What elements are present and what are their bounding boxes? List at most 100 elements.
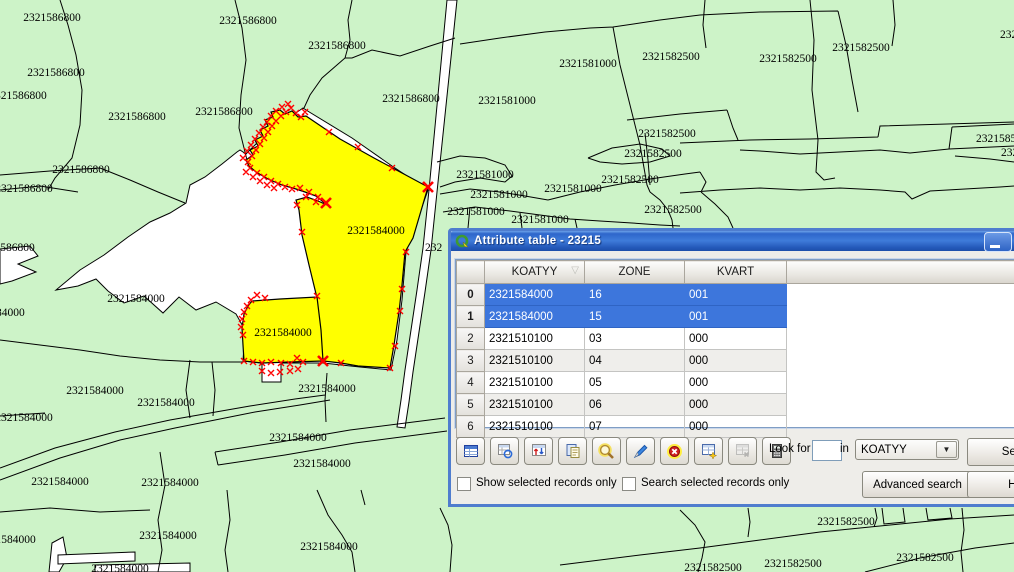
zoom-to-selection-button[interactable] [592,437,621,465]
parcel-label: 2321584000 [293,458,351,470]
table-row[interactable]: 5232151010006000 [457,394,1014,416]
parcel-label: 2321586800 [108,111,166,123]
field-select[interactable]: KOATYY ▼ [855,439,959,460]
row-number[interactable]: 2 [457,328,485,350]
toggle-editing-button[interactable] [626,437,655,465]
parcel-label: 2321582500 [817,516,875,528]
parcel-label: 2321584000 [269,432,327,444]
parcel-label: 2321584000 [91,563,149,572]
attribute-table: KOATYY ▽ ZONE KVART 02321584000160011232… [456,260,1014,438]
move-selection-to-top-button[interactable] [490,437,519,465]
cell[interactable]: 000 [685,416,787,438]
search-selected-label: Search selected records only [641,477,789,489]
parcel-label: 232 [1001,147,1014,159]
help-button[interactable]: Help [967,471,1014,498]
window-titlebar[interactable]: Attribute table - 23215 [451,231,1014,251]
cell[interactable]: 2321584000 [485,306,585,328]
cell[interactable]: 000 [685,350,787,372]
table-row[interactable]: 2232151010003000 [457,328,1014,350]
row-number[interactable]: 4 [457,372,485,394]
cell[interactable]: 000 [685,394,787,416]
unselect-all-icon [463,443,479,459]
unselect-all-button[interactable] [456,437,485,465]
parcel-label: 2321586800 [0,242,35,254]
column-header-zone[interactable]: ZONE [585,261,685,284]
zoom-to-selection-icon [598,443,615,460]
parcel-label: 2321582500 [624,148,682,160]
table-row[interactable]: 1232158400015001 [457,306,1014,328]
parcel-label: 2321586800 [382,93,440,105]
cell[interactable]: 15 [585,306,685,328]
table-row[interactable]: 4232151010005000 [457,372,1014,394]
cell[interactable]: 04 [585,350,685,372]
cell[interactable]: 2321510100 [485,394,585,416]
header-row: KOATYY ▽ ZONE KVART [457,261,1014,284]
parcel-label: 2321586800 [219,15,277,27]
parcel-label: 2321581000 [544,183,602,195]
chevron-down-icon[interactable]: ▼ [936,441,957,458]
minimize-button[interactable] [984,232,1012,252]
cell[interactable]: 03 [585,328,685,350]
parcel-label: 2321581000 [559,58,617,70]
parcel-label: 2321581000 [447,206,505,218]
cell[interactable]: 07 [585,416,685,438]
search-selected-checkbox[interactable] [622,477,636,491]
parcel-label: 2321584000 [31,476,89,488]
copy-selection-button[interactable] [558,437,587,465]
parcel-label: 2321586800 [23,12,81,24]
parcel-label: 232 [425,242,443,254]
field-select-value: KOATYY [856,444,936,456]
corner-cell [457,261,485,284]
parcel-label: 2321584000 [137,397,195,409]
parcel-label: 2321581000 [456,169,514,181]
cell[interactable]: 05 [585,372,685,394]
parcel-label: 2321582500 [896,552,954,564]
parcel-label: 2321584000 [300,541,358,553]
look-for-input[interactable] [812,440,842,461]
cell[interactable]: 16 [585,284,685,306]
row-number[interactable]: 6 [457,416,485,438]
cell[interactable]: 001 [685,306,787,328]
delete-column-button[interactable] [728,437,757,465]
parcel-label: 2321582500 [764,558,822,570]
parcel-label: 2321584000 [66,385,124,397]
sort-indicator-icon: ▽ [571,265,579,276]
table-row[interactable]: 0232158400016001 [457,284,1014,306]
cell[interactable]: 2321510100 [485,350,585,372]
cell[interactable]: 06 [585,394,685,416]
move-selection-to-top-icon [497,443,513,459]
parcel-label: 2321581000 [478,95,536,107]
cell[interactable]: 2321510100 [485,372,585,394]
new-column-button[interactable] [694,437,723,465]
delete-selected-button[interactable] [660,437,689,465]
parcel-label: 2321581000 [470,189,528,201]
column-header-filler [787,261,1014,284]
advanced-search-button[interactable]: Advanced search [862,471,973,498]
row-number[interactable]: 1 [457,306,485,328]
row-number[interactable]: 0 [457,284,485,306]
parcel-label: 23215856 [976,133,1014,145]
in-label: in [840,443,849,455]
cell[interactable]: 000 [685,372,787,394]
show-selected-checkbox[interactable] [457,477,471,491]
column-header-koatyy[interactable]: KOATYY ▽ [485,261,585,284]
cell[interactable]: 2321510100 [485,328,585,350]
cell[interactable]: 000 [685,328,787,350]
parcel-label: 2321584000 [298,383,356,395]
cell[interactable]: 2321584000 [485,284,585,306]
invert-selection-button[interactable] [524,437,553,465]
delete-selected-icon [666,443,683,460]
row-number[interactable]: 5 [457,394,485,416]
row-number[interactable]: 3 [457,350,485,372]
cell[interactable]: 2321510100 [485,416,585,438]
column-header-label: KVART [717,266,754,278]
search-button[interactable]: Search [967,438,1014,466]
column-header-kvart[interactable]: KVART [685,261,787,284]
parcel-label: 2321582500 [832,42,890,54]
cell[interactable]: 001 [685,284,787,306]
table-row[interactable]: 3232151010004000 [457,350,1014,372]
column-header-label: KOATYY [512,266,558,278]
table-row[interactable]: 6232151010007000 [457,416,1014,438]
parcel-label: 232 [1000,29,1014,41]
parcel-label: 2321584000 [347,225,405,237]
